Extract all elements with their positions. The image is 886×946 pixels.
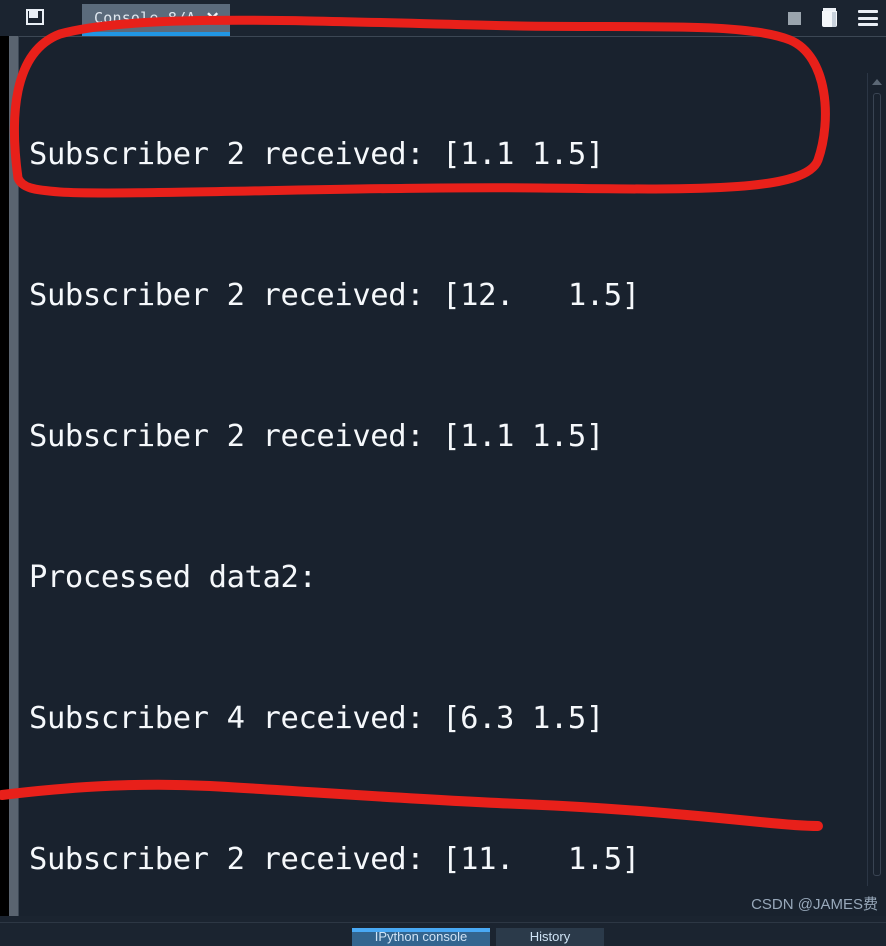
- console-toolbar: Console 8/A ✕: [0, 0, 886, 36]
- console-left-rail: [9, 36, 18, 916]
- scroll-up-arrow-icon[interactable]: [872, 79, 882, 85]
- toolbar-right-group: [788, 0, 878, 36]
- vertical-scrollbar[interactable]: [867, 73, 886, 886]
- scrollbar-thumb[interactable]: [873, 93, 881, 876]
- new-document-icon[interactable]: [26, 9, 46, 27]
- console-line: Subscriber 2 received: [1.1 1.5]: [29, 137, 604, 172]
- console-line: Processed data2:: [29, 560, 317, 595]
- bottom-tab-history[interactable]: History: [496, 928, 604, 946]
- application-window: Console 8/A ✕ Subscriber 2 received: [1.…: [0, 0, 886, 946]
- console-line: Subscriber 2 received: [11. 1.5]: [29, 842, 640, 877]
- console-tab-console-8a[interactable]: Console 8/A ✕: [82, 3, 230, 36]
- watermark: CSDN @JAMES费: [751, 896, 878, 913]
- toolbar-left-group: Console 8/A ✕: [0, 0, 230, 36]
- hamburger-menu-icon[interactable]: [858, 10, 878, 26]
- window-left-edge: [0, 36, 9, 916]
- trash-icon[interactable]: [821, 8, 838, 28]
- console-line: Subscriber 4 received: [6.3 1.5]: [29, 701, 604, 736]
- close-icon[interactable]: ✕: [206, 10, 220, 27]
- console-line: Subscriber 2 received: [12. 1.5]: [29, 278, 640, 313]
- bottom-divider: [0, 922, 886, 923]
- bottom-tab-ipython-console[interactable]: IPython console: [352, 928, 490, 946]
- console-output-panel[interactable]: Subscriber 2 received: [1.1 1.5] Subscri…: [18, 36, 886, 916]
- bottom-tab-label: History: [529, 929, 571, 944]
- stop-square-icon[interactable]: [788, 11, 801, 25]
- console-line: Subscriber 2 received: [1.1 1.5]: [29, 419, 604, 454]
- console-tab-label: Console 8/A: [94, 9, 196, 27]
- bottom-status-bar: IPython console History: [0, 916, 886, 946]
- console-output-text: Subscriber 2 received: [1.1 1.5] Subscri…: [29, 37, 852, 916]
- active-tab-underline: [82, 31, 230, 36]
